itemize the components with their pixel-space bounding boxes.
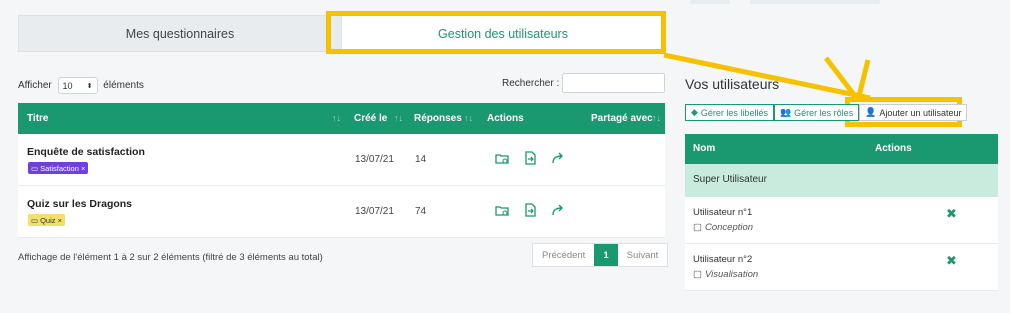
page-size-control: Afficher 10 ⬍ éléments bbox=[18, 77, 144, 94]
pager-next-button[interactable]: Suivant bbox=[618, 244, 668, 266]
table-row: Enquête de satisfaction ▭ Satisfaction ×… bbox=[18, 134, 665, 186]
user-role: ▢ Conception bbox=[693, 222, 753, 233]
id-card-icon: ▢ bbox=[693, 222, 702, 233]
tag-label: Satisfaction × bbox=[40, 163, 86, 173]
user-group-row: Super Utilisateur bbox=[685, 164, 998, 197]
share-icon[interactable] bbox=[550, 150, 566, 166]
add-user-label: Ajouter un utilisateur bbox=[879, 107, 962, 118]
tag-label: Quiz × bbox=[40, 215, 62, 225]
row-actions bbox=[494, 202, 566, 218]
row-responses: 74 bbox=[415, 206, 427, 217]
users-panel-title: Vos utilisateurs bbox=[685, 76, 780, 92]
tag-badge[interactable]: ▭ Satisfaction × bbox=[28, 162, 89, 174]
select-arrows-icon: ⬍ bbox=[86, 82, 93, 90]
questionnaires-table: Titre ↑↓ Créé le ↑↓ Réponses ↑↓ Actions … bbox=[18, 103, 665, 238]
user-role-label: Visualisation bbox=[704, 269, 759, 280]
table-info: Affichage de l'élément 1 à 2 sur 2 éléme… bbox=[18, 252, 323, 263]
search-label: Rechercher : bbox=[502, 78, 560, 89]
manage-roles-button[interactable]: 👥 Gérer les rôles bbox=[773, 104, 860, 121]
table-row: Quiz sur les Dragons ▭ Quiz × 13/07/21 7… bbox=[18, 186, 665, 238]
add-user-button[interactable]: 👤 Ajouter un utilisateur bbox=[859, 104, 968, 121]
col-reponses[interactable]: Réponses bbox=[414, 113, 462, 124]
user-row: Utilisateur n°2 ▢ Visualisation ✖ bbox=[685, 244, 998, 291]
tag-icon: ◆ bbox=[691, 107, 698, 117]
user-row: Utilisateur n°1 ▢ Conception ✖ bbox=[685, 197, 998, 244]
sort-icon[interactable]: ↑↓ bbox=[652, 113, 661, 123]
col-actions: Actions bbox=[875, 143, 912, 154]
col-partage-avec[interactable]: Partagé avec bbox=[591, 113, 653, 124]
folder-icon: ▭ bbox=[31, 163, 39, 173]
folder-view-icon[interactable] bbox=[494, 150, 510, 166]
file-export-icon[interactable] bbox=[522, 202, 538, 218]
row-title[interactable]: Quiz sur les Dragons bbox=[27, 198, 132, 210]
folder-view-icon[interactable] bbox=[494, 202, 510, 218]
pagination: Précédent 1 Suivant bbox=[532, 243, 669, 267]
tools-icon[interactable]: ✖ bbox=[946, 206, 957, 222]
col-titre[interactable]: Titre bbox=[27, 113, 49, 124]
sort-icon[interactable]: ↑↓ bbox=[332, 113, 341, 123]
users-toolbar: ◆ Gérer les libellés 👥 Gérer les rôles 👤… bbox=[685, 104, 968, 121]
tag-badge[interactable]: ▭ Quiz × bbox=[28, 214, 65, 226]
sort-icon[interactable]: ↑↓ bbox=[394, 113, 403, 123]
file-export-icon[interactable] bbox=[522, 150, 538, 166]
pager-prev-button[interactable]: Précédent bbox=[533, 244, 594, 266]
page-size-value: 10 bbox=[62, 80, 73, 91]
row-actions bbox=[494, 150, 566, 166]
entries-label: éléments bbox=[103, 80, 144, 92]
row-date: 13/07/21 bbox=[355, 206, 394, 217]
row-responses: 14 bbox=[415, 154, 427, 165]
col-cree-le[interactable]: Créé le bbox=[354, 113, 387, 124]
folder-icon: ▭ bbox=[31, 215, 39, 225]
user-name: Utilisateur n°1 bbox=[693, 207, 753, 218]
share-icon[interactable] bbox=[550, 202, 566, 218]
row-title[interactable]: Enquête de satisfaction bbox=[27, 146, 145, 158]
search-input[interactable] bbox=[562, 73, 665, 93]
manage-roles-label: Gérer les rôles bbox=[794, 107, 854, 118]
user-role: ▢ Visualisation bbox=[693, 269, 758, 280]
manage-labels-button[interactable]: ◆ Gérer les libellés bbox=[685, 104, 774, 121]
users-table: Nom Actions Super Utilisateur Utilisateu… bbox=[685, 134, 998, 291]
show-label: Afficher bbox=[18, 80, 52, 92]
row-date: 13/07/21 bbox=[355, 154, 394, 165]
sort-icon[interactable]: ↑↓ bbox=[464, 113, 473, 123]
users-icon: 👥 bbox=[779, 107, 792, 117]
col-nom: Nom bbox=[693, 143, 716, 154]
id-card-icon: ▢ bbox=[693, 269, 702, 280]
page-size-select[interactable]: 10 ⬍ bbox=[57, 77, 98, 94]
col-actions: Actions bbox=[487, 113, 524, 124]
tools-icon[interactable]: ✖ bbox=[946, 253, 957, 269]
user-name: Utilisateur n°2 bbox=[693, 254, 753, 265]
users-table-header: Nom Actions bbox=[685, 134, 998, 164]
manage-labels-label: Gérer les libellés bbox=[700, 107, 768, 118]
pager-page-1[interactable]: 1 bbox=[594, 244, 618, 266]
user-role-label: Conception bbox=[704, 222, 754, 233]
user-plus-icon: 👤 bbox=[865, 107, 877, 117]
table-header: Titre ↑↓ Créé le ↑↓ Réponses ↑↓ Actions … bbox=[18, 103, 665, 134]
